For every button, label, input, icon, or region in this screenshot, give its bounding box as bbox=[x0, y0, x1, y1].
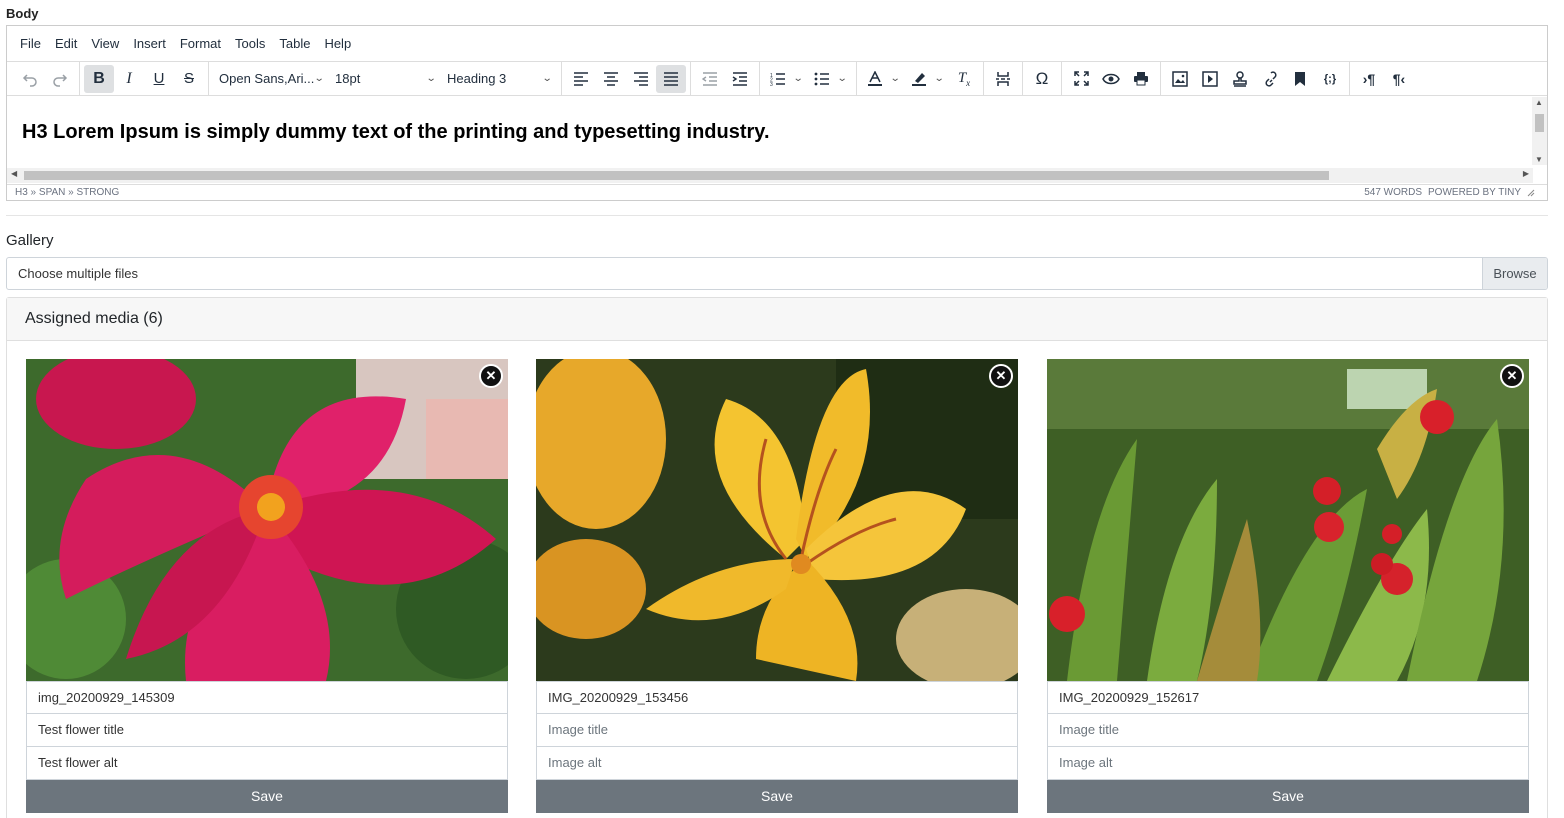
chevron-down-icon: ⌄ bbox=[933, 73, 945, 84]
menu-insert[interactable]: Insert bbox=[126, 26, 173, 62]
chevron-down-icon: ⌄ bbox=[792, 73, 804, 84]
gallery-label: Gallery bbox=[6, 232, 54, 249]
editor-content[interactable]: H3 Lorem Ipsum is simply dummy text of t… bbox=[7, 97, 1547, 193]
font-size-select[interactable]: 18pt ⌄ bbox=[329, 65, 441, 93]
bookmark-icon[interactable] bbox=[1285, 65, 1315, 93]
bullet-list-icon[interactable]: ⌄ bbox=[808, 65, 852, 93]
block-format-value: Heading 3 bbox=[447, 71, 507, 86]
media-item: ✕ IMG_20200929_152617 Image title Image … bbox=[1047, 359, 1529, 813]
svg-text:3: 3 bbox=[770, 82, 773, 86]
scroll-up-icon[interactable]: ▲ bbox=[1535, 98, 1543, 107]
highlight-icon[interactable]: ⌄ bbox=[905, 65, 949, 93]
block-format-select[interactable]: Heading 3 ⌄ bbox=[441, 65, 557, 93]
scroll-thumb[interactable] bbox=[1535, 114, 1544, 132]
menu-table[interactable]: Table bbox=[272, 26, 317, 62]
powered-by-link[interactable]: POWERED BY TINY bbox=[1428, 187, 1521, 198]
chevron-down-icon: ⌄ bbox=[541, 73, 553, 84]
media-icon[interactable] bbox=[1195, 65, 1225, 93]
align-left-icon[interactable] bbox=[566, 65, 596, 93]
media-filename-field[interactable]: IMG_20200929_153456 bbox=[536, 681, 1018, 714]
clear-format-icon[interactable]: Tx bbox=[949, 65, 979, 93]
scroll-down-icon[interactable]: ▼ bbox=[1535, 155, 1543, 164]
link-icon[interactable] bbox=[1255, 65, 1285, 93]
align-right-icon[interactable] bbox=[626, 65, 656, 93]
chevron-down-icon: ⌄ bbox=[313, 73, 325, 84]
resize-handle-icon[interactable] bbox=[1527, 189, 1535, 197]
remove-media-button[interactable]: ✕ bbox=[479, 364, 503, 388]
media-alt-field[interactable]: Image alt bbox=[536, 747, 1018, 780]
body-label: Body bbox=[6, 6, 39, 21]
media-item: ✕ img_20200929_145309 Test flower title … bbox=[26, 359, 508, 813]
ltr-icon[interactable]: ›¶ bbox=[1354, 65, 1384, 93]
assigned-media-card: Assigned media (6) ✕ img_20200929_145309 bbox=[6, 297, 1548, 818]
element-path[interactable]: H3 » SPAN » STRONG bbox=[15, 187, 119, 198]
editor-toolbar: B I U S Open Sans,Ari... ⌄ 18pt ⌄ Headin… bbox=[7, 61, 1547, 96]
media-thumbnail: ✕ bbox=[26, 359, 508, 681]
fullscreen-icon[interactable] bbox=[1066, 65, 1096, 93]
word-count[interactable]: 547 WORDS bbox=[1364, 187, 1422, 198]
media-title-field[interactable]: Image title bbox=[1047, 714, 1529, 747]
chevron-down-icon: ⌄ bbox=[836, 73, 848, 84]
text-color-icon[interactable]: ⌄ bbox=[861, 65, 905, 93]
media-alt-field[interactable]: Image alt bbox=[1047, 747, 1529, 780]
font-family-value: Open Sans,Ari... bbox=[219, 71, 315, 86]
editor-statusbar: H3 » SPAN » STRONG 547 WORDS POWERED BY … bbox=[7, 184, 1547, 200]
menu-edit[interactable]: Edit bbox=[48, 26, 84, 62]
image-icon[interactable] bbox=[1165, 65, 1195, 93]
numbered-list-icon[interactable]: 123 ⌄ bbox=[764, 65, 808, 93]
indent-icon[interactable] bbox=[725, 65, 755, 93]
media-item: ✕ IMG_20200929_153456 Image title Image … bbox=[536, 359, 1018, 813]
scroll-left-icon[interactable]: ◀ bbox=[11, 169, 17, 178]
scroll-thumb[interactable] bbox=[24, 171, 1329, 180]
stamp-icon[interactable] bbox=[1225, 65, 1255, 93]
outdent-icon[interactable] bbox=[695, 65, 725, 93]
page-break-icon[interactable] bbox=[988, 65, 1018, 93]
editor-menubar: File Edit View Insert Format Tools Table… bbox=[7, 26, 1547, 62]
bold-icon[interactable]: B bbox=[84, 64, 114, 93]
content-heading[interactable]: H3 Lorem Ipsum is simply dummy text of t… bbox=[22, 121, 770, 144]
menu-view[interactable]: View bbox=[84, 26, 126, 62]
undo-icon[interactable] bbox=[15, 65, 45, 93]
file-input-placeholder[interactable]: Choose multiple files bbox=[7, 258, 1482, 289]
rtl-icon[interactable]: ¶‹ bbox=[1384, 65, 1414, 93]
redo-icon[interactable] bbox=[45, 65, 75, 93]
vertical-scrollbar[interactable]: ▲ ▼ bbox=[1532, 97, 1547, 165]
menu-tools[interactable]: Tools bbox=[228, 26, 272, 62]
special-char-icon[interactable]: Ω bbox=[1027, 65, 1057, 93]
media-thumbnail: ✕ bbox=[536, 359, 1018, 681]
print-icon[interactable] bbox=[1126, 65, 1156, 93]
horizontal-scrollbar[interactable]: ◀ ▶ bbox=[7, 168, 1533, 183]
browse-button[interactable]: Browse bbox=[1482, 258, 1547, 289]
scroll-right-icon[interactable]: ▶ bbox=[1523, 169, 1529, 178]
save-button[interactable]: Save bbox=[1047, 780, 1529, 813]
chevron-down-icon: ⌄ bbox=[425, 73, 437, 84]
remove-media-button[interactable]: ✕ bbox=[989, 364, 1013, 388]
align-center-icon[interactable] bbox=[596, 65, 626, 93]
code-icon[interactable]: {;} bbox=[1315, 65, 1345, 93]
assigned-media-header: Assigned media (6) bbox=[7, 298, 1547, 341]
menu-help[interactable]: Help bbox=[317, 26, 358, 62]
rich-text-editor: File Edit View Insert Format Tools Table… bbox=[6, 25, 1548, 201]
chevron-down-icon: ⌄ bbox=[889, 73, 901, 84]
gallery-file-input[interactable]: Choose multiple files Browse bbox=[6, 257, 1548, 290]
preview-icon[interactable] bbox=[1096, 65, 1126, 93]
media-filename-field[interactable]: IMG_20200929_152617 bbox=[1047, 681, 1529, 714]
media-thumbnail: ✕ bbox=[1047, 359, 1529, 681]
media-title-field[interactable]: Test flower title bbox=[26, 714, 508, 747]
media-filename-field[interactable]: img_20200929_145309 bbox=[26, 681, 508, 714]
italic-icon[interactable]: I bbox=[114, 65, 144, 93]
menu-file[interactable]: File bbox=[13, 26, 48, 62]
menu-format[interactable]: Format bbox=[173, 26, 228, 62]
strikethrough-icon[interactable]: S bbox=[174, 65, 204, 93]
save-button[interactable]: Save bbox=[26, 780, 508, 813]
save-button[interactable]: Save bbox=[536, 780, 1018, 813]
underline-icon[interactable]: U bbox=[144, 65, 174, 93]
font-family-select[interactable]: Open Sans,Ari... ⌄ bbox=[213, 65, 329, 93]
section-divider bbox=[6, 215, 1548, 216]
font-size-value: 18pt bbox=[335, 71, 361, 86]
align-justify-icon[interactable] bbox=[656, 64, 686, 93]
media-alt-field[interactable]: Test flower alt bbox=[26, 747, 508, 780]
media-title-field[interactable]: Image title bbox=[536, 714, 1018, 747]
remove-media-button[interactable]: ✕ bbox=[1500, 364, 1524, 388]
